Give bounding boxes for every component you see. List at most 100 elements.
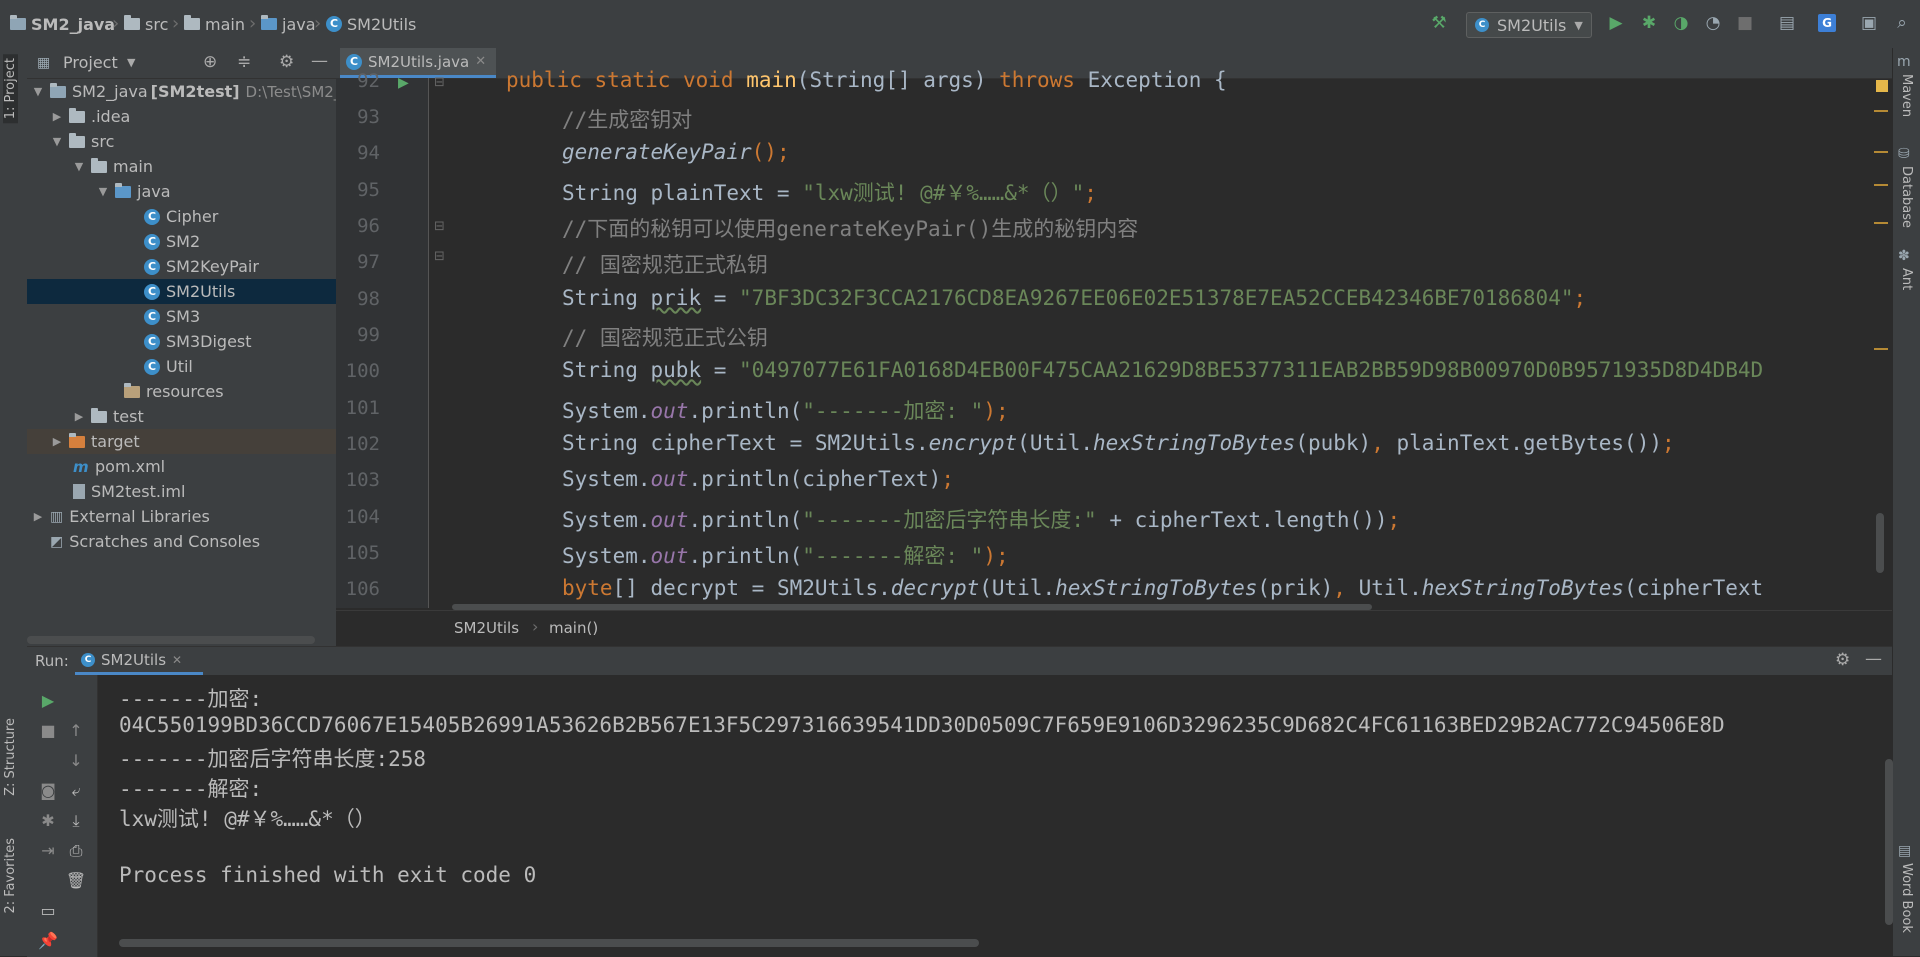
inspection-status-icon[interactable]: [1876, 80, 1888, 92]
build-hammer-icon[interactable]: ⚒: [1430, 13, 1448, 33]
tree-item-external-libraries[interactable]: ▶ ▥ External Libraries: [27, 504, 336, 529]
warning-marker[interactable]: [1874, 348, 1888, 350]
tree-item-idea[interactable]: ▶ .idea: [27, 104, 336, 129]
fold-marker-icon[interactable]: ⊟: [434, 249, 445, 264]
project-view-title[interactable]: Project: [63, 53, 118, 72]
collapsed-arrow-icon[interactable]: ▶: [51, 110, 63, 123]
translate-icon[interactable]: G: [1818, 14, 1836, 32]
run-gutter-icon[interactable]: ▶: [398, 75, 409, 91]
vertical-scrollbar[interactable]: [1885, 759, 1893, 925]
tab-word-book[interactable]: Word Book: [1899, 863, 1914, 933]
terminal-icon[interactable]: ▣: [1860, 13, 1878, 33]
print-icon[interactable]: ⎙: [65, 841, 87, 861]
collapsed-arrow-icon[interactable]: ▶: [32, 510, 44, 523]
code-line-95[interactable]: String plainText = "lxw测试! @#￥%……&*（）";: [562, 177, 1097, 207]
tree-item-java[interactable]: ▼ java: [27, 179, 336, 204]
gear-icon[interactable]: ⚙: [279, 52, 294, 72]
tree-item-sm3digest[interactable]: C SM3Digest: [27, 329, 336, 354]
expand-arrow-icon[interactable]: ▼: [32, 85, 44, 98]
breadcrumb-project[interactable]: SM2_java: [10, 14, 115, 34]
tree-item-sm2utils[interactable]: C SM2Utils: [27, 279, 336, 304]
breadcrumb-java[interactable]: java: [261, 14, 316, 34]
tree-item-iml[interactable]: SM2test.iml: [27, 479, 336, 504]
down-arrow-icon[interactable]: ↓: [65, 751, 87, 771]
expand-arrow-icon[interactable]: ▼: [97, 185, 109, 198]
rerun-icon[interactable]: ▶: [37, 691, 59, 711]
layout-icon[interactable]: ▭: [37, 901, 59, 921]
breadcrumb-src[interactable]: src: [124, 14, 168, 34]
project-structure-icon[interactable]: ▤: [1778, 13, 1796, 33]
tree-item-scratches[interactable]: ◩ Scratches and Consoles: [27, 529, 336, 554]
exit-icon[interactable]: ⇥: [37, 841, 59, 861]
tab-maven[interactable]: Maven: [1899, 74, 1914, 117]
code-line-99[interactable]: // 国密规范正式公钥: [562, 322, 768, 352]
tab-project-tool[interactable]: 1: Project: [3, 54, 18, 124]
debug-icon[interactable]: ✱: [1640, 13, 1658, 33]
breadcrumb-file[interactable]: C SM2Utils: [326, 14, 416, 34]
tree-item-project-root[interactable]: ▼ SM2_java [SM2test] D:\Test\SM2_ja: [27, 79, 355, 104]
tree-item-pom[interactable]: m pom.xml: [27, 454, 336, 479]
fold-marker-icon[interactable]: ⊟: [434, 75, 445, 90]
profile-icon[interactable]: ◔: [1704, 13, 1722, 33]
coverage-icon[interactable]: ◑: [1672, 13, 1690, 33]
collapsed-arrow-icon[interactable]: ▶: [51, 435, 63, 448]
gear-icon[interactable]: ⚙: [1835, 650, 1850, 670]
close-icon[interactable]: ✕: [172, 653, 182, 667]
breadcrumb-main[interactable]: main: [184, 14, 245, 34]
code-line-94[interactable]: generateKeyPair();: [562, 140, 790, 164]
tree-item-test[interactable]: ▶ test: [27, 404, 336, 429]
tab-run-sm2utils[interactable]: C SM2Utils ✕: [75, 647, 203, 675]
code-line-92[interactable]: public static void main(String[] args) t…: [506, 68, 1227, 92]
tree-item-resources[interactable]: resources: [27, 379, 336, 404]
search-icon[interactable]: ⌕: [1893, 13, 1911, 33]
breadcrumb-class[interactable]: SM2Utils: [454, 619, 519, 637]
horizontal-scrollbar[interactable]: [27, 636, 315, 644]
tab-favorites-tool[interactable]: 2: Favorites: [3, 838, 18, 914]
hide-panel-icon[interactable]: —: [311, 51, 328, 71]
code-line-103[interactable]: System.out.println(cipherText);: [562, 467, 954, 491]
tree-item-cipher[interactable]: C Cipher: [27, 204, 336, 229]
code-line-102[interactable]: String cipherText = SM2Utils.encrypt(Uti…: [562, 431, 1675, 455]
code-line-96[interactable]: //下面的秘钥可以使用generateKeyPair()生成的秘钥内容: [562, 213, 1138, 243]
breadcrumb-method[interactable]: main(): [549, 619, 598, 637]
run-icon[interactable]: ▶: [1607, 13, 1625, 33]
expand-arrow-icon[interactable]: ▼: [51, 135, 63, 148]
scroll-to-end-icon[interactable]: ⤓: [65, 811, 87, 831]
vertical-scrollbar[interactable]: [1876, 513, 1884, 573]
collapse-all-icon[interactable]: ≑: [237, 52, 251, 72]
tree-item-sm3[interactable]: C SM3: [27, 304, 336, 329]
code-line-101[interactable]: System.out.println("-------加密: ");: [562, 395, 1009, 425]
warning-marker[interactable]: [1874, 184, 1888, 186]
warning-marker[interactable]: [1874, 222, 1888, 224]
pin-icon[interactable]: 📌: [37, 931, 59, 951]
horizontal-scrollbar[interactable]: [119, 939, 979, 947]
tree-item-sm2[interactable]: C SM2: [27, 229, 336, 254]
code-line-98[interactable]: String prik = "7BF3DC32F3CCA2176CD8EA926…: [562, 286, 1586, 310]
tab-structure-tool[interactable]: Z: Structure: [3, 718, 18, 796]
chevron-down-icon[interactable]: ▼: [127, 56, 135, 69]
code-line-105[interactable]: System.out.println("-------解密: ");: [562, 540, 1009, 570]
tree-item-util[interactable]: C Util: [27, 354, 336, 379]
debug-settings-icon[interactable]: ✱: [37, 811, 59, 831]
collapsed-arrow-icon[interactable]: ▶: [73, 410, 85, 423]
tree-item-target[interactable]: ▶ target: [27, 429, 336, 454]
locate-file-icon[interactable]: ⊕: [203, 52, 217, 72]
soft-wrap-icon[interactable]: ⤶: [65, 781, 87, 801]
tree-item-src[interactable]: ▼ src: [27, 129, 336, 154]
warning-marker[interactable]: [1874, 110, 1888, 112]
warning-marker[interactable]: [1874, 151, 1888, 153]
tree-item-sm2keypair[interactable]: C SM2KeyPair: [27, 254, 336, 279]
fold-marker-icon[interactable]: ⊟: [434, 219, 445, 234]
run-configuration-select[interactable]: C SM2Utils ▼: [1466, 12, 1592, 38]
hide-panel-icon[interactable]: —: [1865, 649, 1882, 669]
tab-ant[interactable]: Ant: [1899, 268, 1914, 290]
code-line-97[interactable]: // 国密规范正式私钥: [562, 249, 768, 279]
code-line-106[interactable]: byte[] decrypt = SM2Utils.decrypt(Util.h…: [562, 576, 1763, 600]
code-line-93[interactable]: //生成密钥对: [562, 104, 692, 134]
stop-icon[interactable]: ■: [1736, 13, 1754, 33]
stop-icon[interactable]: ■: [37, 721, 59, 741]
up-arrow-icon[interactable]: ↑: [65, 721, 87, 741]
tree-item-main[interactable]: ▼ main: [27, 154, 336, 179]
tab-database[interactable]: Database: [1899, 166, 1914, 228]
expand-arrow-icon[interactable]: ▼: [73, 160, 85, 173]
